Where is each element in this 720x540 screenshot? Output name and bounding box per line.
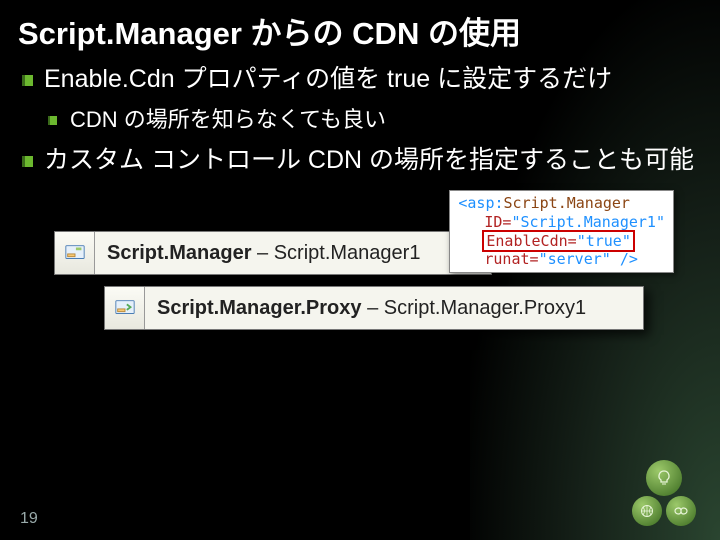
infinity-icon [666, 496, 696, 526]
bullet-cdn-location: CDN の場所を知らなくても良い [22, 105, 698, 135]
scriptmanagerproxy-icon [105, 287, 145, 329]
smarttag-scriptmanagerproxy[interactable]: Script.Manager.Proxy – Script.Manager.Pr… [104, 286, 644, 330]
footer-badges [632, 478, 696, 526]
smart-tag-area: <asp:Script.Manager ID="Script.Manager1"… [22, 186, 698, 351]
scriptmanager-icon [55, 232, 95, 274]
content-area: Enable.Cdn プロパティの値を true に設定するだけ CDN の場所… [0, 63, 720, 351]
slide-title: Script.Manager からの CDN の使用 [0, 0, 720, 59]
globe-icon [632, 496, 662, 526]
slide-number: 19 [20, 510, 38, 528]
smarttag-scriptmanager-label: Script.Manager – Script.Manager1 [95, 242, 432, 265]
smarttag-scriptmanager[interactable]: Script.Manager – Script.Manager1 [54, 231, 492, 275]
smarttag-scriptmanagerproxy-label: Script.Manager.Proxy – Script.Manager.Pr… [145, 297, 598, 320]
bulb-icon [646, 460, 682, 496]
bullet-custom-control: カスタム コントロール CDN の場所を指定することも可能 [22, 144, 698, 178]
bullet-enable-cdn: Enable.Cdn プロパティの値を true に設定するだけ [22, 63, 698, 97]
code-callout: <asp:Script.Manager ID="Script.Manager1"… [449, 190, 674, 273]
